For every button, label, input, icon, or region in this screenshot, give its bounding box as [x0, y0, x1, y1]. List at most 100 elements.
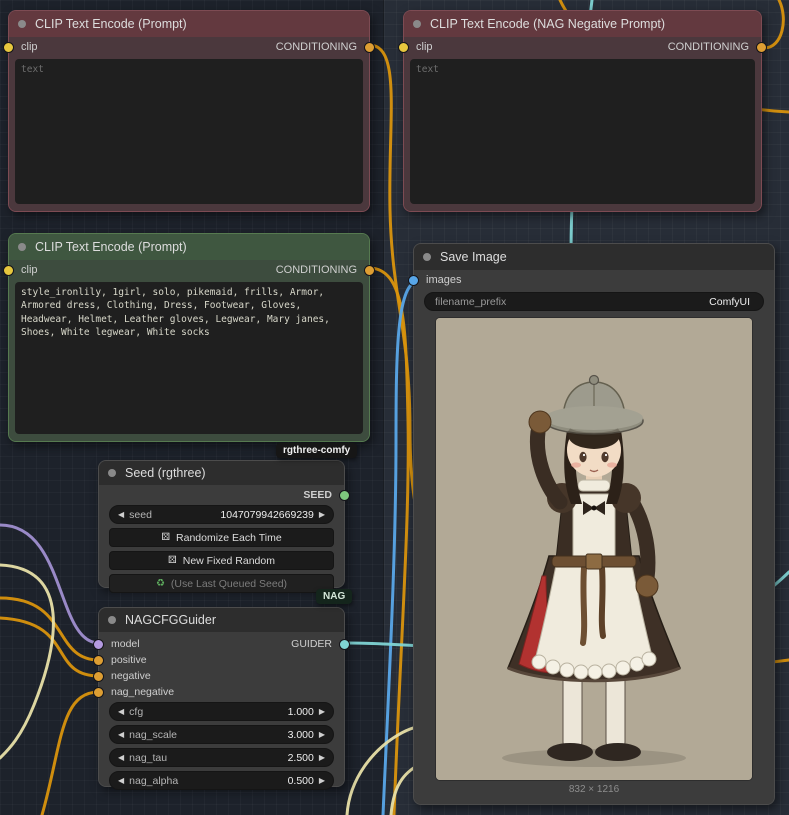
clip-input-slot[interactable]	[3, 42, 14, 53]
prompt-textarea[interactable]: style_ironlily, 1girl, solo, pikemaid, f…	[15, 282, 363, 434]
conditioning-output-slot[interactable]	[364, 42, 375, 53]
dice-icon: ⚄	[168, 555, 177, 566]
new-fixed-random-button[interactable]: ⚄ New Fixed Random	[109, 551, 334, 570]
use-last-queued-seed-button[interactable]: ♻ (Use Last Queued Seed)	[109, 574, 334, 593]
guider-output-label: GUIDER	[291, 638, 332, 650]
widget-label: cfg	[129, 706, 143, 718]
clip-input-label: clip	[416, 41, 433, 53]
decrement-arrow[interactable]: ◀	[118, 776, 124, 785]
node-graph-canvas[interactable]: CLIP Text Encode (Prompt) clip CONDITION…	[0, 0, 789, 815]
conditioning-output-slot[interactable]	[364, 265, 375, 276]
negative-input-slot[interactable]	[93, 671, 104, 682]
button-label: Randomize Each Time	[176, 532, 282, 544]
seed-widget-label: seed	[129, 509, 152, 521]
seed-output-slot[interactable]	[339, 490, 350, 501]
node-title: CLIP Text Encode (Prompt)	[35, 17, 187, 31]
seed-widget-value: 1047079942669239	[220, 509, 313, 521]
increment-arrow[interactable]: ▶	[319, 730, 325, 739]
widget-label: nag_tau	[129, 752, 167, 764]
increment-arrow[interactable]: ▶	[319, 707, 325, 716]
wire	[42, 692, 99, 815]
node-title: Seed (rgthree)	[125, 466, 206, 480]
randomize-each-time-button[interactable]: ⚄ Randomize Each Time	[109, 528, 334, 547]
collapse-dot[interactable]	[423, 253, 431, 261]
widget-label: nag_alpha	[129, 775, 178, 787]
dice-icon: ⚄	[161, 532, 170, 543]
increment-arrow[interactable]: ▶	[319, 753, 325, 762]
prompt-textarea[interactable]: text	[410, 59, 755, 204]
node-nagcfgguider[interactable]: NAGCFGGuider model GUIDER positive negat…	[98, 607, 345, 787]
widget-value: 3.000	[288, 729, 314, 741]
positive-input-slot[interactable]	[93, 655, 104, 666]
collapse-dot[interactable]	[108, 469, 116, 477]
node-clip-text-encode-positive[interactable]: CLIP Text Encode (Prompt) clip CONDITION…	[8, 233, 370, 442]
conditioning-output-label: CONDITIONING	[276, 264, 357, 276]
decrement-arrow[interactable]: ◀	[118, 753, 124, 762]
widget-value: 0.500	[288, 775, 314, 787]
node-title-bar[interactable]: NAGCFGGuider	[99, 608, 344, 632]
widget-value: 1.000	[288, 706, 314, 718]
nag-negative-input-slot[interactable]	[93, 687, 104, 698]
cfg-widget[interactable]: ◀ cfg 1.000 ▶	[109, 702, 334, 721]
seed-output-label: SEED	[303, 489, 332, 501]
guider-output-slot[interactable]	[339, 639, 350, 650]
conditioning-output-label: CONDITIONING	[276, 41, 357, 53]
conditioning-output-slot[interactable]	[756, 42, 767, 53]
seed-value-widget[interactable]: ◀ seed 1047079942669239 ▶	[109, 505, 334, 524]
collapse-dot[interactable]	[18, 243, 26, 251]
node-clip-text-encode-prompt[interactable]: CLIP Text Encode (Prompt) clip CONDITION…	[8, 10, 370, 212]
wire	[0, 618, 99, 676]
node-save-image[interactable]: Save Image images filename_prefix ComfyU…	[413, 243, 775, 805]
image-dimensions-caption: 832 × 1216	[414, 784, 774, 795]
clip-input-label: clip	[21, 41, 38, 53]
node-title-bar[interactable]: CLIP Text Encode (NAG Negative Prompt)	[404, 11, 761, 37]
conditioning-output-label: CONDITIONING	[668, 41, 749, 53]
node-title: CLIP Text Encode (Prompt)	[35, 240, 187, 254]
rgthree-comfy-badge: rgthree-comfy	[276, 443, 357, 458]
nag-tau-widget[interactable]: ◀ nag_tau 2.500 ▶	[109, 748, 334, 767]
nag-alpha-widget[interactable]: ◀ nag_alpha 0.500 ▶	[109, 771, 334, 790]
model-input-slot[interactable]	[93, 639, 104, 650]
node-title: NAGCFGGuider	[125, 613, 216, 627]
widget-label: nag_scale	[129, 729, 177, 741]
collapse-dot[interactable]	[108, 616, 116, 624]
generated-image-illustration	[436, 318, 752, 780]
node-clip-text-encode-nag-negative[interactable]: CLIP Text Encode (NAG Negative Prompt) c…	[403, 10, 762, 212]
decrement-arrow[interactable]: ◀	[118, 707, 124, 716]
decrement-arrow[interactable]: ◀	[118, 510, 124, 519]
nag-scale-widget[interactable]: ◀ nag_scale 3.000 ▶	[109, 725, 334, 744]
negative-input-label: negative	[111, 670, 151, 682]
widget-value: ComfyUI	[709, 296, 750, 308]
node-title-bar[interactable]: Save Image	[414, 244, 774, 270]
node-seed-rgthree[interactable]: Seed (rgthree) SEED ◀ seed 1047079942669…	[98, 460, 345, 588]
button-label: New Fixed Random	[183, 555, 275, 567]
node-title-bar[interactable]: Seed (rgthree)	[99, 461, 344, 485]
images-input-label: images	[426, 274, 461, 286]
collapse-dot[interactable]	[18, 20, 26, 28]
clip-input-slot[interactable]	[398, 42, 409, 53]
model-input-label: model	[111, 638, 140, 650]
recycle-icon: ♻	[156, 578, 165, 589]
node-title-bar[interactable]: CLIP Text Encode (Prompt)	[9, 11, 369, 37]
increment-arrow[interactable]: ▶	[319, 776, 325, 785]
node-title: CLIP Text Encode (NAG Negative Prompt)	[430, 17, 665, 31]
wire	[0, 598, 99, 660]
wire	[0, 525, 99, 643]
node-title: Save Image	[440, 250, 507, 264]
decrement-arrow[interactable]: ◀	[118, 730, 124, 739]
button-label: (Use Last Queued Seed)	[171, 578, 287, 590]
prompt-textarea[interactable]: text	[15, 59, 363, 204]
clip-input-slot[interactable]	[3, 265, 14, 276]
widget-label: filename_prefix	[435, 296, 506, 308]
nag-badge: NAG	[316, 589, 352, 604]
widget-value: 2.500	[288, 752, 314, 764]
wire	[0, 565, 53, 758]
clip-input-label: clip	[21, 264, 38, 276]
preview-image	[436, 318, 752, 780]
increment-arrow[interactable]: ▶	[319, 510, 325, 519]
nag-negative-input-label: nag_negative	[111, 686, 174, 698]
images-input-slot[interactable]	[408, 275, 419, 286]
filename-prefix-widget[interactable]: filename_prefix ComfyUI	[424, 292, 764, 311]
collapse-dot[interactable]	[413, 20, 421, 28]
node-title-bar[interactable]: CLIP Text Encode (Prompt)	[9, 234, 369, 260]
